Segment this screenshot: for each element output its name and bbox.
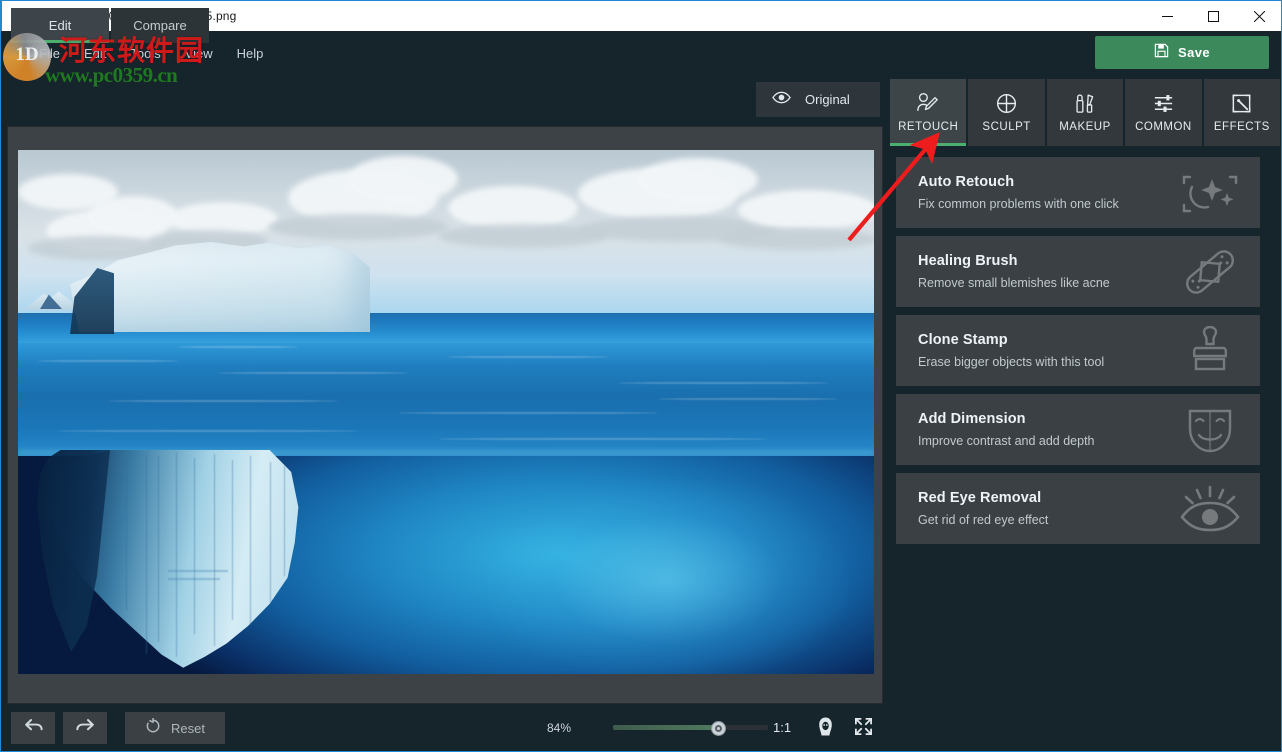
tool-subtitle: Remove small blemishes like acne	[918, 276, 1110, 290]
portrait-face-button[interactable]	[812, 717, 838, 741]
menu-item-file[interactable]: File	[29, 43, 70, 64]
tool-clone-stamp[interactable]: Clone Stamp Erase bigger objects with th…	[896, 315, 1260, 386]
tool-title: Add Dimension	[918, 411, 1026, 427]
tool-title: Healing Brush	[918, 253, 1018, 269]
tool-subtitle: Fix common problems with one click	[918, 197, 1119, 211]
iceberg-photo	[18, 150, 874, 674]
tab-effects[interactable]: EFFECTS	[1204, 79, 1280, 146]
tab-edit[interactable]: Edit	[11, 8, 109, 43]
zoom-percent-label: 84%	[547, 721, 571, 735]
reset-button[interactable]: Reset	[125, 712, 225, 744]
menu-item-edit[interactable]: Edit	[74, 43, 116, 64]
reset-label: Reset	[171, 721, 205, 736]
undo-button[interactable]	[11, 712, 55, 744]
tool-list: Auto Retouch Fix common problems with on…	[896, 157, 1260, 552]
tool-subtitle: Get rid of red eye effect	[918, 513, 1048, 527]
tool-title: Clone Stamp	[918, 332, 1008, 348]
photodiva-window: PhotoDiva - 2019-10-15_140255.png File E…	[0, 0, 1282, 752]
bandage-icon	[1174, 244, 1246, 300]
mask-face-icon	[1174, 402, 1246, 458]
original-label: Original	[805, 92, 850, 107]
redo-button[interactable]	[63, 712, 107, 744]
tab-common[interactable]: COMMON	[1125, 79, 1201, 146]
tab-retouch-label: RETOUCH	[898, 121, 958, 133]
tab-makeup[interactable]: MAKEUP	[1047, 79, 1123, 146]
tool-title: Auto Retouch	[918, 174, 1014, 190]
sparkle-face-icon	[1174, 165, 1246, 221]
stamp-icon	[1174, 323, 1246, 379]
tool-subtitle: Erase bigger objects with this tool	[918, 355, 1104, 369]
tool-subtitle: Improve contrast and add depth	[918, 434, 1095, 448]
minimize-button[interactable]	[1144, 1, 1190, 32]
fit-to-screen-icon	[854, 717, 873, 741]
menu-item-view[interactable]: View	[175, 43, 223, 64]
circle-crosshair-icon	[995, 90, 1018, 116]
eye-icon	[772, 91, 791, 109]
tab-common-label: COMMON	[1135, 121, 1192, 133]
tab-retouch[interactable]: RETOUCH	[890, 79, 966, 146]
tool-category-tabs: RETOUCH SCULPT	[890, 79, 1280, 146]
reset-circular-arrow-icon	[145, 718, 161, 739]
tab-sculpt-label: SCULPT	[982, 121, 1030, 133]
close-button[interactable]	[1236, 1, 1282, 32]
tools-panel: RETOUCH SCULPT	[885, 75, 1282, 752]
lipstick-brush-icon	[1074, 90, 1097, 116]
window-controls	[1144, 1, 1282, 32]
tool-add-dimension[interactable]: Add Dimension Improve contrast and add d…	[896, 394, 1260, 465]
tab-makeup-label: MAKEUP	[1059, 121, 1111, 133]
maximize-button[interactable]	[1190, 1, 1236, 32]
redo-arrow-icon	[75, 717, 96, 739]
tool-auto-retouch[interactable]: Auto Retouch Fix common problems with on…	[896, 157, 1260, 228]
menu-item-help[interactable]: Help	[227, 43, 274, 64]
frame-magic-wand-icon	[1230, 90, 1253, 116]
image-canvas[interactable]	[7, 126, 883, 704]
eye-rays-icon	[1174, 481, 1246, 537]
zoom-slider[interactable]	[613, 725, 768, 730]
save-button[interactable]: Save	[1095, 36, 1269, 69]
tool-healing-brush[interactable]: Healing Brush Remove small blemishes lik…	[896, 236, 1260, 307]
portrait-face-icon	[815, 716, 836, 742]
menu-item-tools[interactable]: Tools	[120, 43, 170, 64]
undo-arrow-icon	[23, 717, 44, 739]
floppy-disk-icon	[1154, 43, 1169, 63]
sliders-icon	[1152, 90, 1175, 116]
zoom-slider-handle[interactable]	[711, 721, 726, 736]
tab-effects-label: EFFECTS	[1214, 121, 1270, 133]
tool-red-eye-removal[interactable]: Red Eye Removal Get rid of red eye effec…	[896, 473, 1260, 544]
tab-compare[interactable]: Compare	[111, 8, 209, 43]
tool-title: Red Eye Removal	[918, 490, 1041, 506]
person-with-pen-icon	[916, 90, 940, 116]
fit-to-screen-button[interactable]	[850, 717, 876, 741]
save-label: Save	[1178, 45, 1210, 60]
tab-sculpt[interactable]: SCULPT	[968, 79, 1044, 146]
zoom-ratio-label[interactable]: 1:1	[773, 720, 791, 735]
original-preview-button[interactable]: Original	[756, 82, 880, 117]
